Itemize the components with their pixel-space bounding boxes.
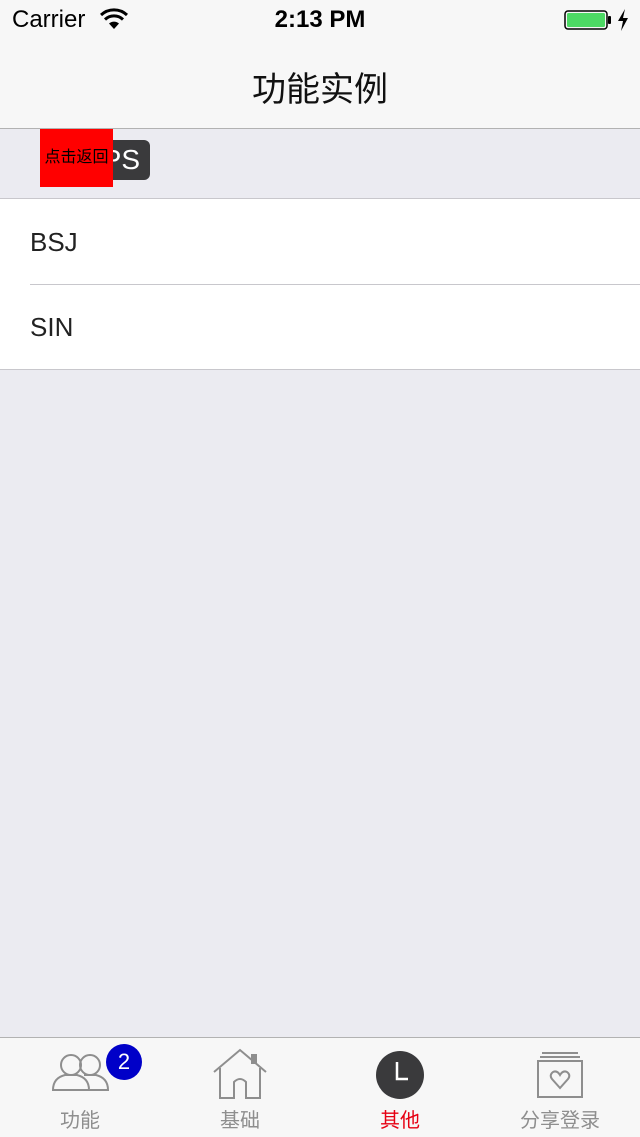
charging-bolt-icon <box>616 8 630 32</box>
status-time: 2:13 PM <box>274 6 366 33</box>
list-item[interactable]: BSJ <box>0 199 640 284</box>
tab-share-login[interactable]: 分享登录 <box>480 1038 640 1137</box>
back-button[interactable]: 点击返回 <box>40 129 113 187</box>
battery-icon <box>564 10 612 30</box>
users-icon <box>50 1048 110 1100</box>
tab-label: 其他 <box>380 1110 420 1132</box>
home-icon <box>210 1048 270 1100</box>
table-list: BSJ SIN <box>0 198 640 370</box>
list-item-label: BSJ <box>30 227 78 257</box>
tab-other[interactable]: 其他 <box>320 1038 480 1137</box>
status-bar: Carrier 2:13 PM <box>0 0 640 40</box>
tab-label: 基础 <box>220 1110 260 1132</box>
clock-icon <box>370 1048 430 1100</box>
section-header: PS 点击返回 <box>0 129 640 198</box>
page-title: 功能实例 <box>252 71 388 109</box>
notification-badge: 2 <box>106 1044 142 1080</box>
tab-function[interactable]: 2 功能 <box>0 1038 160 1137</box>
tab-label: 功能 <box>60 1110 100 1132</box>
list-item-label: SIN <box>30 312 74 342</box>
tab-basic[interactable]: 基础 <box>160 1038 320 1137</box>
tab-bar: 2 功能 基础 其他 分享登录 <box>0 1037 640 1137</box>
tab-label: 分享登录 <box>520 1110 600 1132</box>
navigation-bar: 功能实例 <box>0 40 640 129</box>
share-heart-icon <box>530 1048 590 1100</box>
list-item[interactable]: SIN <box>0 284 640 369</box>
